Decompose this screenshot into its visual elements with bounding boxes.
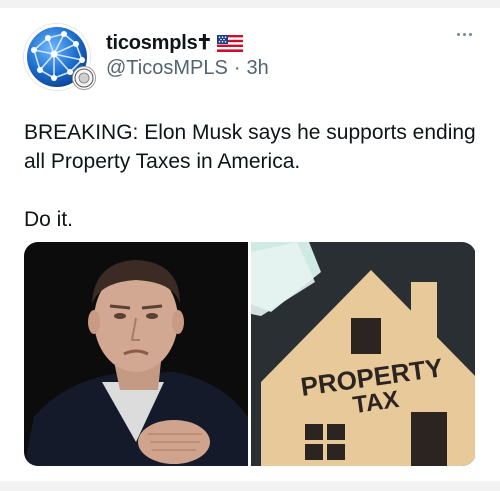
property-tax-house-photo[interactable]: PROPERTY TAX — [251, 242, 475, 466]
seal-badge-icon — [72, 66, 96, 90]
tweet-timestamp[interactable]: 3h — [246, 57, 268, 80]
tweet-text-line: Do it. — [24, 208, 74, 231]
status-bar-strip — [0, 0, 500, 8]
cross-icon: ✝ — [196, 32, 213, 54]
tweet-media: PROPERTY TAX — [24, 242, 476, 466]
tweet-text: BREAKING: Elon Musk says he supports end… — [24, 118, 484, 234]
author-handle[interactable]: @TicosMPLS — [106, 57, 228, 80]
bottom-bar-strip — [0, 481, 500, 491]
more-options-icon[interactable] — [452, 26, 476, 42]
meta-separator: · — [233, 57, 241, 79]
author-meta: @TicosMPLS · 3h — [106, 57, 269, 80]
elon-musk-photo[interactable] — [24, 242, 248, 466]
tweet-text-line: BREAKING: Elon Musk says he supports end… — [24, 121, 476, 173]
author-display-name[interactable]: ticosmpls — [106, 32, 198, 55]
us-flag-icon — [216, 34, 243, 52]
